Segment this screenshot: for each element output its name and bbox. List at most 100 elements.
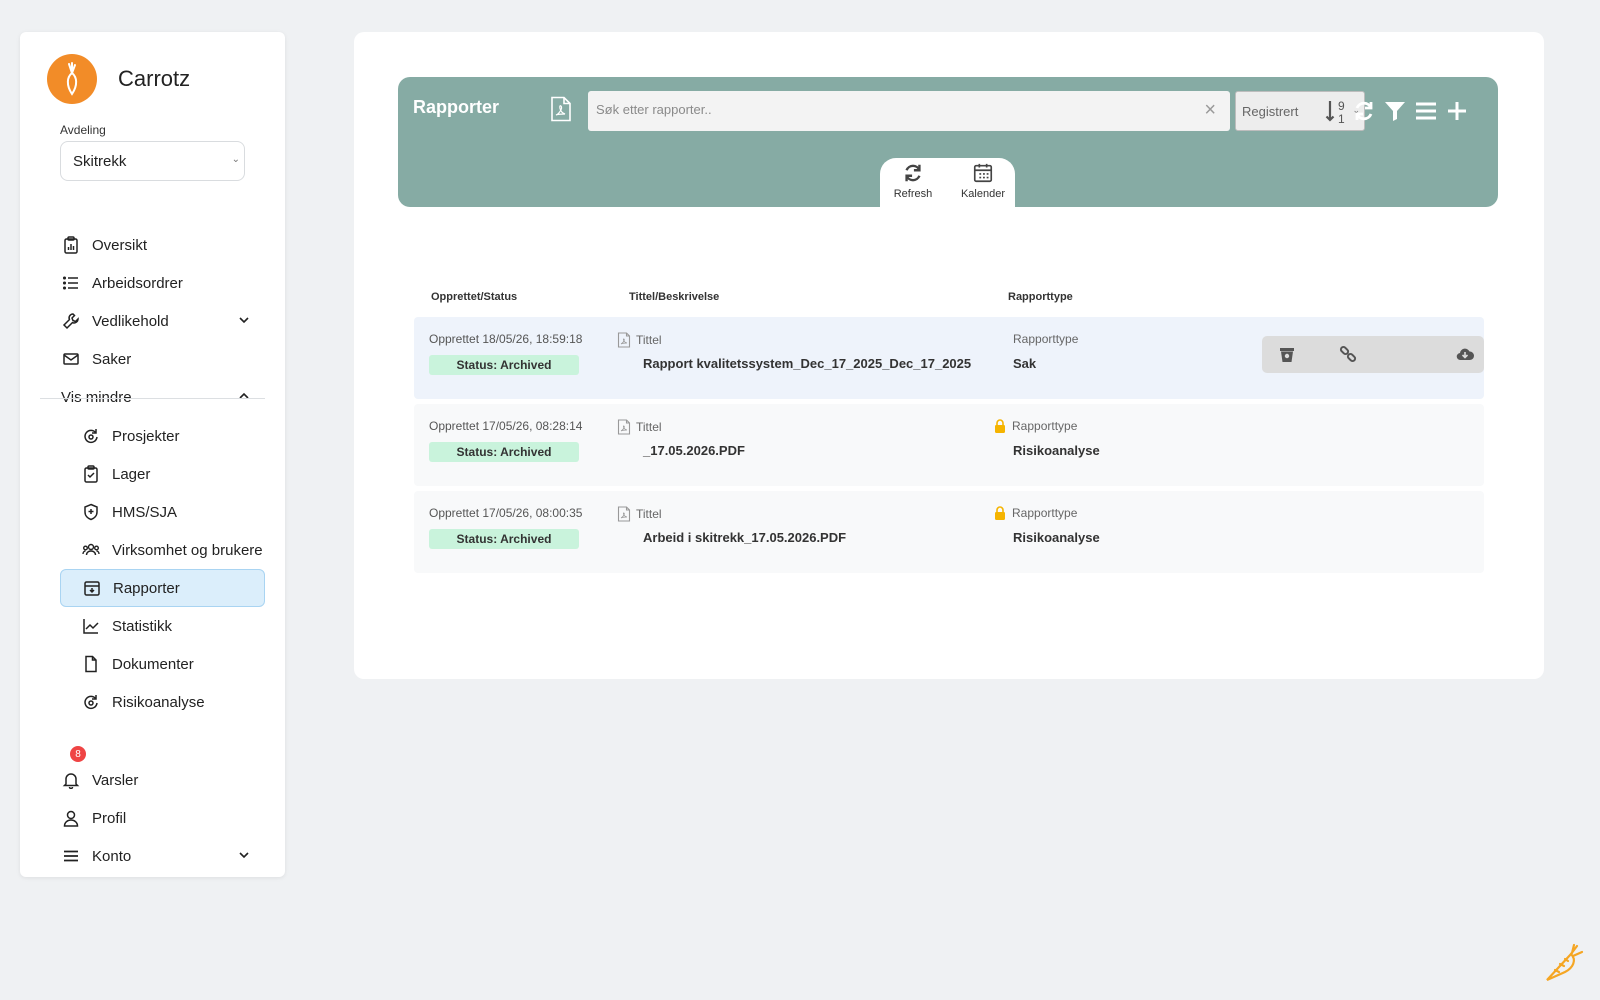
nav-item-oversikt[interactable]: Oversikt xyxy=(60,226,265,264)
type-label: Rapporttype xyxy=(994,419,1077,433)
chevron-up-icon xyxy=(239,392,249,399)
line-chart-icon xyxy=(82,617,100,635)
chevron-down-icon: ⌄ xyxy=(231,154,240,165)
nav-label: Risikoanalyse xyxy=(112,693,205,711)
tab-label: Kalender xyxy=(960,188,1006,200)
report-type: Risikoanalyse xyxy=(1013,530,1100,545)
reports-header: Rapporter × Registrert 9 1 ⌄ Refresh xyxy=(398,77,1498,207)
department-select[interactable]: Skitrekk ⌄ xyxy=(60,141,245,181)
sort-bottom-digit: 1 xyxy=(1338,112,1345,126)
tab-refresh[interactable]: Refresh xyxy=(883,162,943,200)
list-icon xyxy=(62,274,80,292)
created-date: Opprettet 17/05/26, 08:00:35 xyxy=(429,506,583,520)
add-icon[interactable] xyxy=(1445,99,1469,123)
table-row[interactable]: Opprettet 17/05/26, 08:28:14 Status: Arc… xyxy=(414,404,1484,486)
wrench-icon xyxy=(62,312,80,330)
sort-select[interactable]: Registrert 9 1 ⌄ xyxy=(1235,91,1365,131)
sort-top-digit: 9 xyxy=(1338,99,1345,113)
nav-label: Saker xyxy=(92,350,132,368)
nav-item-arbeidsordrer[interactable]: Arbeidsordrer xyxy=(60,264,265,302)
nav-label: Vis mindre xyxy=(61,388,132,406)
menu-icon[interactable] xyxy=(1414,99,1438,123)
pdf-file-icon xyxy=(617,332,631,348)
status-badge: Status: Archived xyxy=(429,355,579,375)
clear-search-icon[interactable]: × xyxy=(1204,99,1216,122)
nav-label: Dokumenter xyxy=(112,655,194,673)
nav-item-virksomhet-og-brukere[interactable]: Virksomhet og brukere xyxy=(60,531,265,569)
carrot-logo-icon xyxy=(47,54,97,104)
archive-bin-icon[interactable] xyxy=(1278,345,1296,363)
nav-item-dokumenter[interactable]: Dokumenter xyxy=(60,645,265,683)
nav-item-statistikk[interactable]: Statistikk xyxy=(60,607,265,645)
risk-cycle-icon xyxy=(82,693,100,711)
clipboard-chart-icon xyxy=(62,236,80,254)
sidebar: Carrotz Avdeling Skitrekk ⌄ Oversikt Arb… xyxy=(20,32,285,877)
link-icon[interactable] xyxy=(1339,345,1357,363)
chevron-down-icon xyxy=(239,317,249,324)
document-icon xyxy=(82,655,100,673)
table-row[interactable]: Opprettet 17/05/26, 08:00:35 Status: Arc… xyxy=(414,491,1484,573)
page-title: Rapporter xyxy=(413,97,500,117)
nav-label: Vedlikehold xyxy=(92,312,169,330)
calendar-icon xyxy=(973,163,993,183)
nav-label: Arbeidsordrer xyxy=(92,274,183,292)
project-cycle-icon xyxy=(82,427,100,445)
title-label-text: Tittel xyxy=(636,507,662,521)
nav-item-varsler[interactable]: Varsler xyxy=(60,761,265,799)
nav-item-rapporter[interactable]: Rapporter xyxy=(60,569,265,607)
table-row[interactable]: Opprettet 18/05/26, 18:59:18 Status: Arc… xyxy=(414,317,1484,399)
type-label-text: Rapporttype xyxy=(1012,506,1078,520)
pdf-export-icon[interactable] xyxy=(549,96,573,122)
status-badge: Status: Archived xyxy=(429,529,579,549)
cloud-download-icon[interactable] xyxy=(1456,345,1474,363)
nav-item-lager[interactable]: Lager xyxy=(60,455,265,493)
filter-icon[interactable] xyxy=(1383,99,1407,123)
nav-item-prosjekter[interactable]: Prosjekter xyxy=(60,417,265,455)
nav-item-saker[interactable]: Saker xyxy=(60,340,265,378)
chevron-down-icon xyxy=(239,852,249,859)
brand-name: Carrotz xyxy=(118,66,191,91)
title-label-text: Tittel xyxy=(636,333,662,347)
report-title: Arbeid i skitrekk_17.05.2026.PDF xyxy=(643,530,847,545)
nav-item-konto[interactable]: Konto xyxy=(60,837,265,875)
brand[interactable]: Carrotz xyxy=(47,54,190,104)
report-title: _17.05.2026.PDF xyxy=(643,443,745,458)
user-icon xyxy=(62,809,80,827)
nav-item-profil[interactable]: Profil xyxy=(60,799,265,837)
nav-divider xyxy=(40,398,265,399)
nav-item-vis-mindre[interactable]: Vis mindre xyxy=(60,378,265,416)
bell-icon xyxy=(62,771,80,789)
nav-label: Prosjekter xyxy=(112,427,180,445)
tab-kalender[interactable]: Kalender xyxy=(953,162,1013,200)
search-field[interactable]: × xyxy=(588,91,1230,131)
carrot-help-icon[interactable] xyxy=(1543,942,1585,984)
refresh-icon[interactable] xyxy=(1352,99,1376,123)
menu-icon xyxy=(62,847,80,865)
lock-icon xyxy=(995,419,1005,433)
clipboard-check-icon xyxy=(82,465,100,483)
shield-plus-icon xyxy=(82,503,100,521)
nav-item-hms-sja[interactable]: HMS/SJA xyxy=(60,493,265,531)
users-icon xyxy=(82,541,100,559)
nav-label: Profil xyxy=(92,809,127,827)
report-type: Sak xyxy=(1013,356,1037,371)
type-label: Rapporttype xyxy=(1013,332,1079,346)
nav-label: Rapporter xyxy=(113,579,180,597)
view-tabs: Refresh Kalender xyxy=(880,158,1015,207)
pdf-file-icon xyxy=(617,506,631,522)
notification-badge: 8 xyxy=(70,746,86,762)
nav-item-risikoanalyse[interactable]: Risikoanalyse xyxy=(60,683,265,721)
refresh-icon xyxy=(905,164,921,182)
nav-label: Oversikt xyxy=(92,236,148,254)
row-actions xyxy=(1262,336,1484,373)
column-header-created: Opprettet/Status xyxy=(431,291,518,303)
main-card: Rapporter × Registrert 9 1 ⌄ Refresh xyxy=(354,32,1544,679)
department-label: Avdeling xyxy=(60,123,106,137)
nav-label: Varsler xyxy=(92,771,139,789)
search-input[interactable] xyxy=(596,95,1176,123)
pdf-file-icon xyxy=(617,419,631,435)
report-type: Risikoanalyse xyxy=(1013,443,1100,458)
nav-label: HMS/SJA xyxy=(112,503,178,521)
created-date: Opprettet 18/05/26, 18:59:18 xyxy=(429,332,583,346)
nav-item-vedlikehold[interactable]: Vedlikehold xyxy=(60,302,265,340)
